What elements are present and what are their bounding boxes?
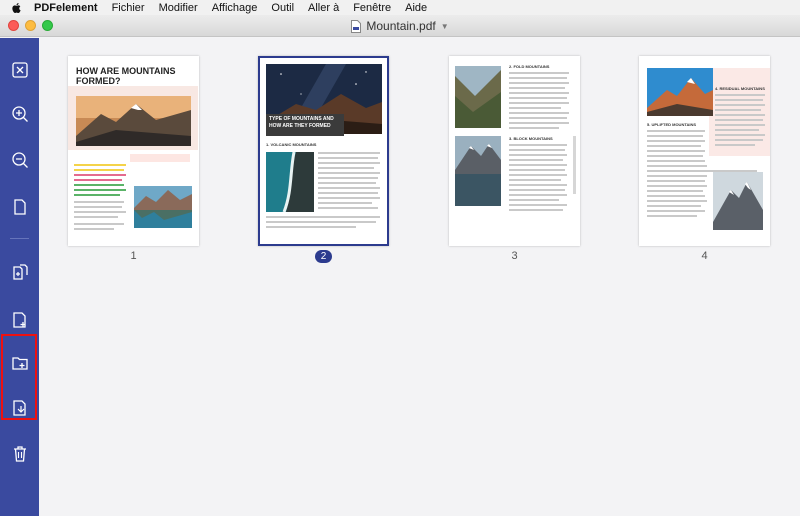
zoom-in-button[interactable] xyxy=(8,102,31,126)
page-number: 3 xyxy=(511,250,518,262)
lake-mountain-photo xyxy=(455,136,501,206)
replace-page-icon xyxy=(12,400,26,416)
page-number: 4 xyxy=(701,250,708,262)
peak-photo xyxy=(647,68,713,116)
window-title-area: Mountain.pdf ▼ xyxy=(0,15,800,37)
left-toolbar xyxy=(0,38,39,516)
close-window-button[interactable] xyxy=(8,20,19,31)
window-controls xyxy=(8,20,53,31)
menu-outil[interactable]: Outil xyxy=(271,2,294,14)
page-icon xyxy=(13,199,26,215)
close-icon xyxy=(11,62,28,78)
page-view-button[interactable] xyxy=(8,195,31,219)
zoom-window-button[interactable] xyxy=(42,20,53,31)
page-heading: 2. FOLD MOUNTAINS xyxy=(509,64,550,69)
close-page-tool-button[interactable] xyxy=(8,58,31,82)
page-subheading: 5. UPLIFTED MOUNTAINS xyxy=(647,122,697,127)
page-thumbnail[interactable]: 4. RESIDUAL MOUNTAINS 5. UPLIFTED MOUNTA… xyxy=(639,56,770,246)
scrollbar-track[interactable] xyxy=(573,136,576,194)
insert-page-icon xyxy=(12,312,26,328)
coast-photo xyxy=(266,152,314,212)
menu-fichier[interactable]: Fichier xyxy=(112,2,145,14)
page-subheading: 1. VOLCANIC MOUNTAINS xyxy=(266,142,317,147)
title-bar: Mountain.pdf ▼ xyxy=(0,15,800,37)
zoom-out-button[interactable] xyxy=(8,148,31,172)
pink-caption xyxy=(130,154,190,162)
snow-peak-photo xyxy=(713,172,763,230)
menu-fenetre[interactable]: Fenêtre xyxy=(353,2,391,14)
lake-photo xyxy=(134,186,192,228)
extract-icon xyxy=(12,264,28,280)
page-thumbnail[interactable]: HOW ARE MOUNTAINS FORMED? xyxy=(68,56,199,246)
apple-icon[interactable] xyxy=(10,2,22,14)
menu-aller-a[interactable]: Aller à xyxy=(308,2,339,14)
menu-modifier[interactable]: Modifier xyxy=(159,2,198,14)
zoom-out-icon xyxy=(11,152,28,168)
page-heading: HOW ARE MOUNTAINS FORMED? xyxy=(76,66,176,86)
extract-page-button[interactable] xyxy=(8,260,31,284)
page-thumbnail-selected[interactable]: TYPE OF MOUNTAINS AND HOW ARE THEY FORME… xyxy=(258,56,389,246)
minimize-window-button[interactable] xyxy=(25,20,36,31)
page-thumbnail[interactable]: 2. FOLD MOUNTAINS 3. BLOCK MOUNTAINS xyxy=(449,56,580,246)
window-title[interactable]: Mountain.pdf xyxy=(366,19,435,33)
insert-page-button[interactable] xyxy=(8,308,31,332)
toolbar-divider xyxy=(10,238,29,239)
menu-affichage[interactable]: Affichage xyxy=(212,2,258,14)
delete-page-button[interactable] xyxy=(8,442,31,466)
pink-panel xyxy=(709,68,770,156)
zoom-in-icon xyxy=(11,106,28,122)
page-heading: 4. RESIDUAL MOUNTAINS xyxy=(715,86,765,91)
page-number-badge: 2 xyxy=(314,250,333,263)
page-thumbnails-area: HOW ARE MOUNTAINS FORMED? 1 TYPE OF MOUN… xyxy=(40,38,800,516)
menu-bar: PDFelement Fichier Modifier Affichage Ou… xyxy=(0,0,800,15)
valley-photo xyxy=(455,66,501,128)
delete-icon xyxy=(13,446,26,462)
page-subheading: 3. BLOCK MOUNTAINS xyxy=(509,136,553,141)
page-number-selected: 2 xyxy=(258,250,389,263)
menu-app[interactable]: PDFelement xyxy=(34,2,98,14)
page-number: 1 xyxy=(130,250,137,262)
replace-page-button[interactable] xyxy=(8,396,31,420)
menu-aide[interactable]: Aide xyxy=(405,2,427,14)
page-heading: TYPE OF MOUNTAINS AND HOW ARE THEY FORME… xyxy=(269,116,334,129)
chevron-down-icon[interactable]: ▼ xyxy=(441,22,449,31)
mountain-photo xyxy=(76,96,191,146)
pdf-file-icon xyxy=(351,19,362,33)
